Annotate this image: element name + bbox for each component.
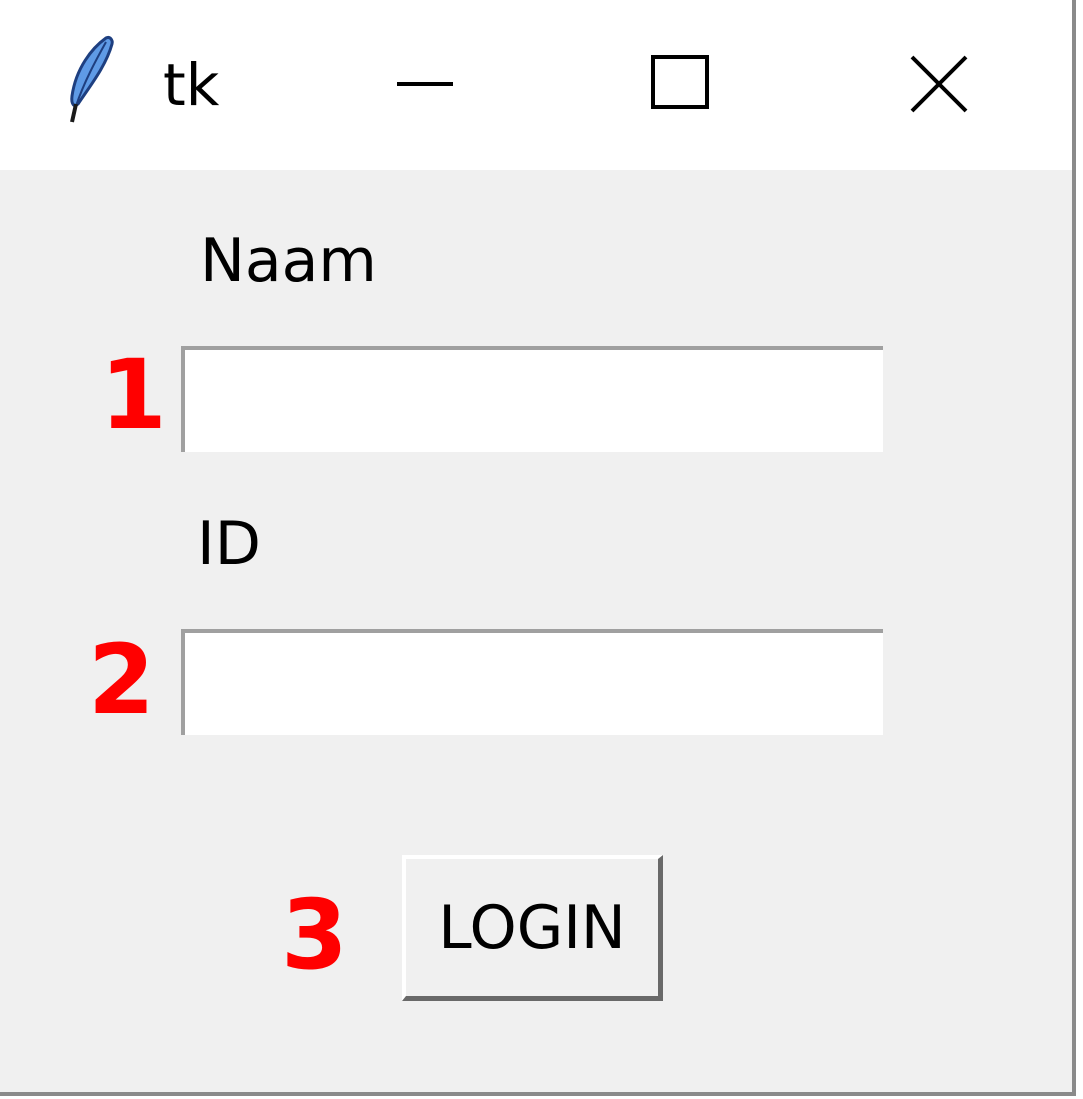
feather-icon — [62, 34, 122, 124]
window-title: tk — [163, 51, 220, 119]
maximize-button[interactable] — [625, 36, 735, 132]
naam-label: Naam — [200, 226, 377, 296]
login-button[interactable]: LOGIN — [402, 855, 663, 1001]
minimize-button[interactable] — [370, 36, 480, 132]
title-bar[interactable]: tk — [0, 0, 1072, 170]
naam-input[interactable] — [181, 346, 883, 452]
annotation-marker-3: 3 — [281, 879, 348, 991]
maximize-icon — [651, 55, 709, 109]
close-button[interactable] — [884, 36, 994, 132]
annotation-marker-2: 2 — [88, 624, 155, 736]
id-input[interactable] — [181, 629, 883, 735]
tk-window: tk Naam ID LOGIN 1 2 3 — [0, 0, 1076, 1096]
close-icon — [910, 55, 968, 113]
id-label: ID — [197, 509, 261, 579]
minimize-icon — [397, 82, 453, 86]
annotation-marker-1: 1 — [100, 339, 167, 451]
